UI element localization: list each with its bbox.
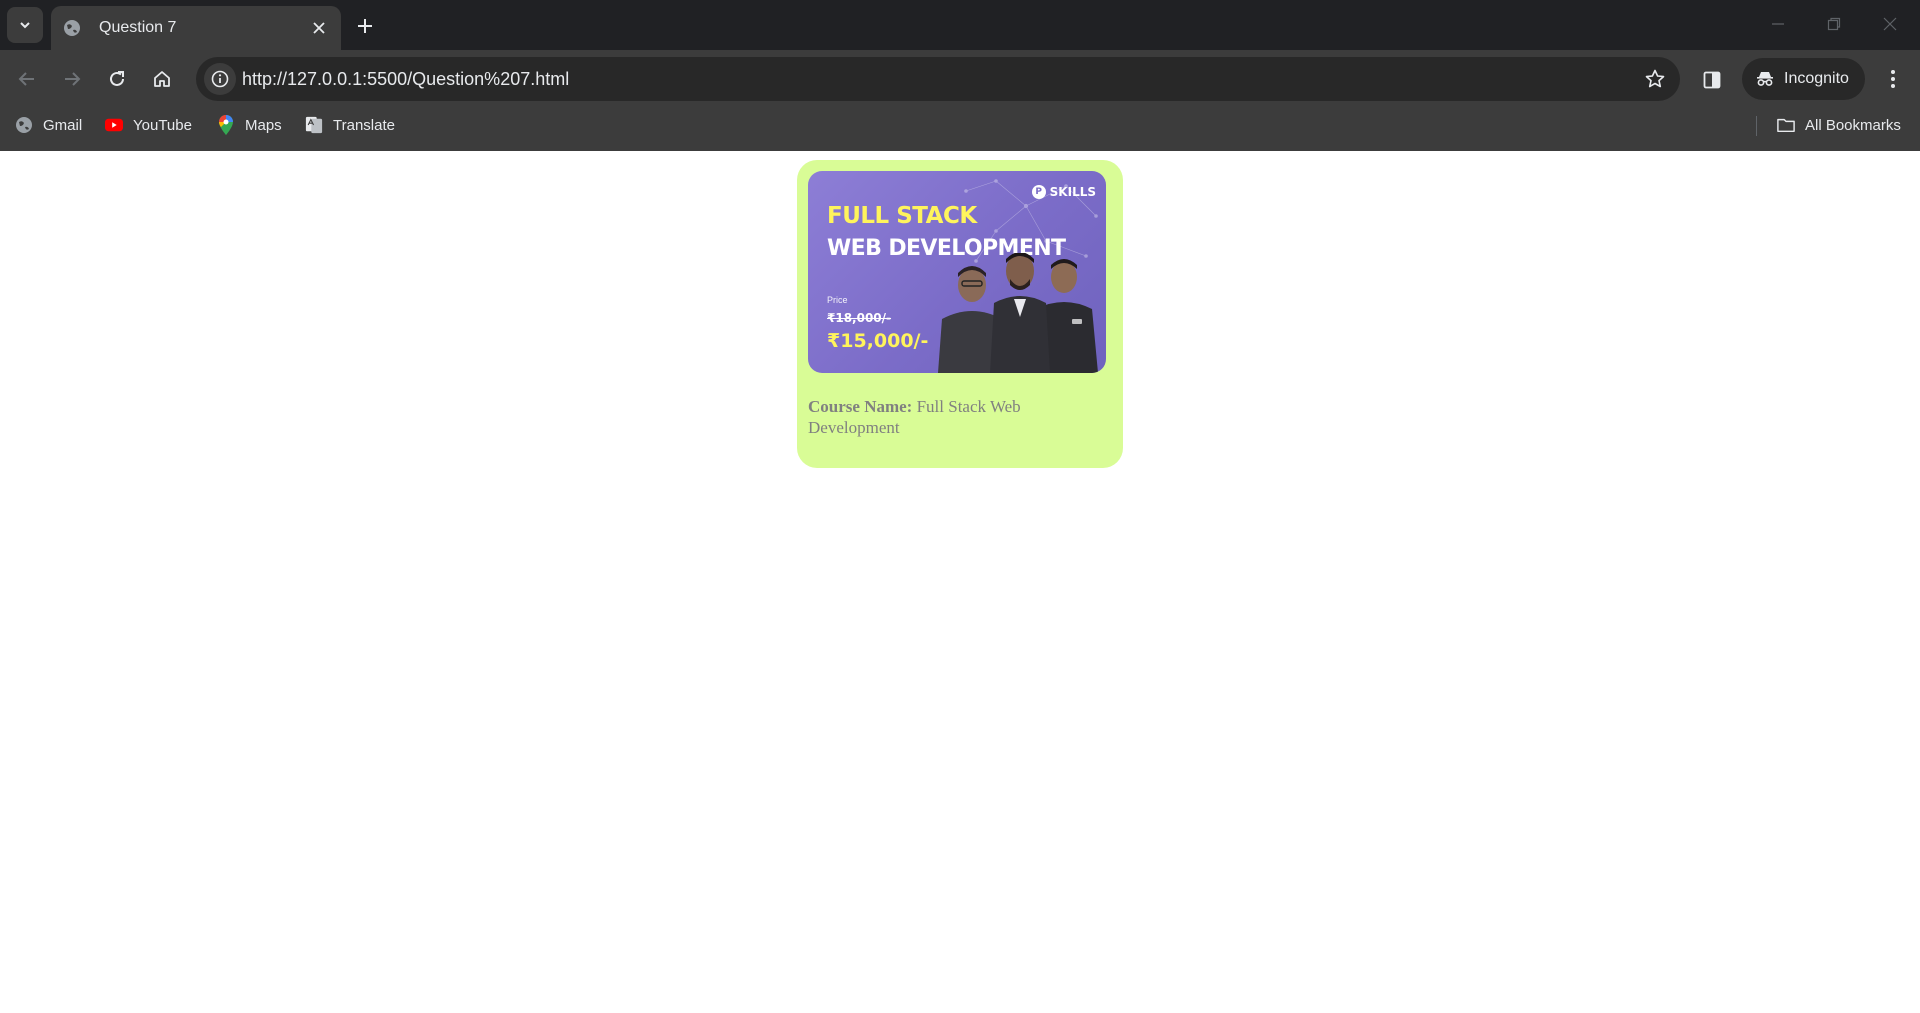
new-tab-button[interactable] (350, 11, 380, 41)
minimize-button[interactable] (1750, 0, 1806, 48)
folder-icon (1777, 116, 1795, 134)
banner-old-price: ₹18,000/- (827, 311, 892, 325)
tab-title: Question 7 (99, 19, 177, 36)
star-icon (1645, 69, 1665, 88)
close-icon (1883, 17, 1897, 31)
youtube-icon (105, 116, 123, 134)
skills-logo-text: SKILLS (1049, 185, 1096, 199)
reload-icon (110, 71, 124, 86)
arrow-right-icon (65, 72, 81, 86)
translate-icon (305, 116, 323, 134)
reload-button[interactable] (99, 61, 135, 97)
url-text: http://127.0.0.1:5500/Question%207.html (242, 69, 570, 89)
side-panel-icon (1703, 71, 1721, 89)
bookmark-label: Gmail (43, 116, 83, 134)
bookmark-translate[interactable]: Translate (305, 108, 395, 142)
tab-active[interactable]: Question 7 (51, 6, 341, 50)
skills-logo: P SKILLS (1031, 185, 1096, 199)
bookmark-maps[interactable]: Maps (217, 108, 282, 142)
restore-button[interactable] (1806, 0, 1862, 48)
all-bookmarks-label: All Bookmarks (1805, 116, 1901, 134)
maps-pin-icon (217, 115, 235, 135)
banner-title-line1: FULL STACK (827, 203, 977, 229)
banner-new-price: ₹15,000/- (827, 330, 929, 352)
arrow-left-icon (18, 72, 34, 86)
pw-logo-icon: P (1031, 185, 1046, 199)
side-panel-button[interactable] (1696, 64, 1728, 96)
bookmark-label: Maps (245, 116, 282, 134)
bookmark-youtube[interactable]: YouTube (105, 108, 192, 142)
address-bar[interactable]: http://127.0.0.1:5500/Question%207.html (196, 57, 1680, 101)
banner-price-label: Price (827, 295, 848, 305)
close-window-button[interactable] (1862, 0, 1918, 48)
course-banner-image: P SKILLS FULL STACK WEB DEVELOPMENT Pric… (808, 171, 1106, 373)
incognito-label: Incognito (1784, 70, 1849, 87)
course-name-text: Course Name: Full Stack Web Development (808, 396, 1108, 438)
course-name-label: Course Name: (808, 397, 913, 416)
home-button[interactable] (144, 61, 180, 97)
incognito-profile-button[interactable]: Incognito (1742, 58, 1865, 100)
tab-search-button[interactable] (7, 7, 43, 43)
globe-icon (15, 116, 33, 134)
minimize-icon (1772, 23, 1784, 25)
bookmark-gmail[interactable]: Gmail (15, 108, 82, 142)
tab-strip: Question 7 (0, 0, 1920, 50)
back-button[interactable] (9, 61, 45, 97)
bookmarks-bar: Gmail YouTube Maps Translate All Bookmar… (0, 108, 1920, 151)
home-icon (154, 71, 170, 87)
course-card: P SKILLS FULL STACK WEB DEVELOPMENT Pric… (797, 160, 1123, 468)
bookmarks-separator (1756, 116, 1757, 136)
all-bookmarks-button[interactable]: All Bookmarks (1777, 108, 1901, 142)
instructors-photo (938, 253, 1098, 373)
bookmark-label: YouTube (133, 116, 192, 134)
plus-icon (358, 19, 372, 33)
incognito-icon (1757, 72, 1773, 86)
site-info-button[interactable] (204, 63, 236, 95)
restore-icon (1827, 17, 1841, 31)
browser-toolbar: http://127.0.0.1:5500/Question%207.html … (0, 50, 1920, 108)
close-tab-icon[interactable] (307, 16, 331, 40)
forward-button[interactable] (54, 61, 90, 97)
chevron-down-icon (20, 22, 30, 29)
browser-menu-button[interactable] (1878, 62, 1908, 96)
bookmark-star-button[interactable] (1640, 64, 1670, 94)
info-icon (211, 70, 229, 88)
globe-icon (63, 19, 81, 37)
bookmark-label: Translate (333, 116, 395, 134)
more-vert-icon (1891, 70, 1895, 88)
